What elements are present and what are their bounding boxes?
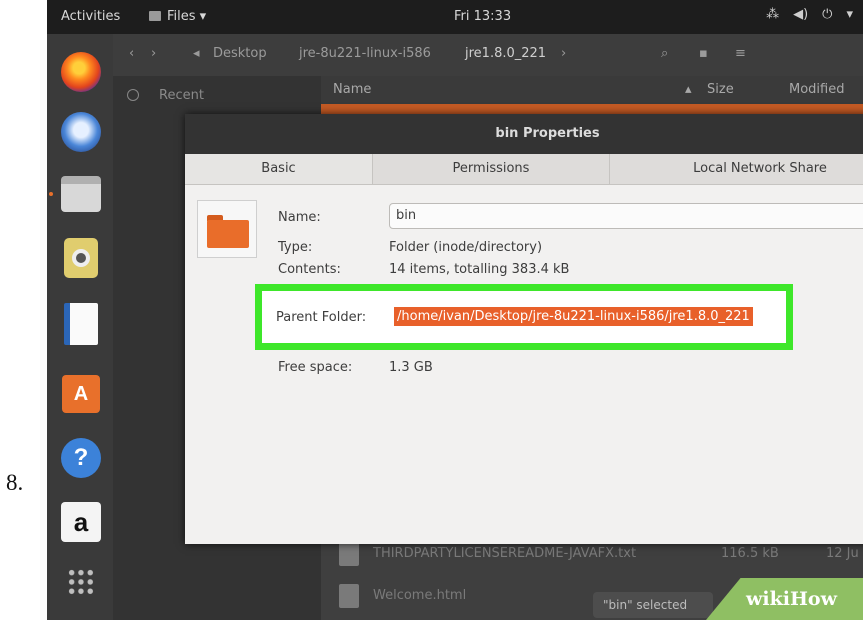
wikihow-logo-text: wikiHow: [746, 588, 837, 610]
tray-menu-chevron-icon[interactable]: ▾: [846, 7, 853, 22]
firefox-launcher[interactable]: [59, 50, 103, 94]
app-grid-icon: [67, 568, 95, 596]
network-icon[interactable]: ⁂: [766, 7, 779, 22]
column-name[interactable]: Name: [333, 82, 371, 97]
path-left-arrow-icon[interactable]: ◂: [193, 46, 200, 61]
amazon-icon: a: [61, 502, 101, 542]
files-icon: [61, 176, 101, 212]
file-manager-header: ‹ › ◂ Desktop jre-8u221-linux-i586 jre1.…: [113, 34, 863, 76]
path-jre-folder[interactable]: jre-8u221-linux-i586: [299, 46, 431, 61]
files-mini-icon: [149, 11, 161, 21]
rhythmbox-launcher[interactable]: [59, 236, 103, 280]
step-number: 8.: [6, 470, 24, 495]
html-file-icon: [339, 584, 359, 608]
sort-ascending-icon: ▴: [685, 82, 692, 97]
column-headers: Name ▴ Size Modified: [321, 76, 863, 105]
top-bar: Activities Files ▾ Fri 13:33 ⁂ ◀) ⏻ ▾: [47, 0, 863, 34]
free-space-value: 1.3 GB: [389, 360, 433, 375]
path-desktop[interactable]: Desktop: [213, 46, 267, 61]
file-modified: 12 Ju: [826, 546, 859, 561]
firefox-icon: [61, 52, 101, 92]
thunderbird-icon: [61, 112, 101, 152]
files-app-menu[interactable]: Files ▾: [149, 9, 206, 24]
text-file-icon: [339, 542, 359, 566]
file-size: 116.5 kB: [721, 546, 779, 561]
writer-icon: [64, 303, 98, 345]
forward-icon[interactable]: ›: [151, 46, 156, 61]
contents-value: 14 items, totalling 383.4 kB: [389, 262, 570, 277]
file-name: THIRDPARTYLICENSEREADME-JAVAFX.txt: [373, 546, 637, 561]
tab-basic[interactable]: Basic: [185, 154, 373, 184]
view-grid-icon[interactable]: ▪: [699, 46, 708, 61]
parent-folder-label: Parent Folder:: [276, 310, 367, 325]
help-launcher[interactable]: ?: [59, 436, 103, 480]
rhythmbox-icon: [64, 238, 98, 278]
volume-icon[interactable]: ◀): [793, 7, 808, 22]
clock[interactable]: Fri 13:33: [454, 9, 511, 24]
properties-dialog: bin Properties × Basic Permissions Local…: [185, 114, 863, 544]
free-space-label: Free space:: [278, 360, 353, 375]
name-field[interactable]: bin: [389, 203, 863, 229]
software-launcher[interactable]: A: [59, 372, 103, 416]
files-launcher[interactable]: [59, 172, 103, 216]
dialog-title: bin Properties: [185, 114, 863, 154]
amazon-launcher[interactable]: a: [59, 500, 103, 544]
tab-permissions[interactable]: Permissions: [373, 154, 610, 184]
sidebar-item-recent[interactable]: Recent: [159, 88, 204, 103]
ubuntu-screen: Activities Files ▾ Fri 13:33 ⁂ ◀) ⏻ ▾ A …: [47, 0, 863, 620]
type-label: Type:: [278, 240, 313, 255]
column-size[interactable]: Size: [707, 82, 734, 97]
contents-label: Contents:: [278, 262, 341, 277]
file-name: Welcome.html: [373, 588, 467, 603]
status-badge: "bin" selected: [593, 592, 713, 618]
back-icon[interactable]: ‹: [129, 46, 134, 61]
column-modified[interactable]: Modified: [789, 82, 844, 97]
path-current-folder[interactable]: jre1.8.0_221: [465, 46, 546, 61]
parent-folder-highlight: Parent Folder: /home/ivan/Desktop/jre-8u…: [255, 284, 793, 350]
search-icon[interactable]: ⌕: [661, 46, 668, 61]
parent-folder-value[interactable]: /home/ivan/Desktop/jre-8u221-linux-i586/…: [394, 307, 753, 326]
path-right-arrow-icon[interactable]: ›: [561, 46, 566, 61]
thunderbird-launcher[interactable]: [59, 110, 103, 154]
help-icon: ?: [61, 438, 101, 478]
dialog-tabs: Basic Permissions Local Network Share: [185, 154, 863, 185]
type-value: Folder (inode/directory): [389, 240, 543, 255]
running-indicator: [49, 192, 53, 196]
recent-clock-icon: [127, 89, 139, 101]
menu-icon[interactable]: ≡: [735, 46, 746, 61]
tab-local-network-share[interactable]: Local Network Share: [610, 154, 863, 184]
show-applications-button[interactable]: [59, 560, 103, 604]
dock: A ? a: [47, 34, 113, 620]
name-label: Name:: [278, 210, 321, 225]
folder-icon: [197, 200, 257, 258]
selected-row[interactable]: [321, 104, 863, 114]
files-app-label: Files ▾: [167, 9, 207, 24]
power-icon[interactable]: ⏻: [822, 7, 832, 22]
system-tray[interactable]: ⁂ ◀) ⏻ ▾: [766, 7, 853, 22]
activities-button[interactable]: Activities: [61, 9, 120, 24]
writer-launcher[interactable]: [59, 302, 103, 346]
software-icon: A: [62, 375, 100, 413]
